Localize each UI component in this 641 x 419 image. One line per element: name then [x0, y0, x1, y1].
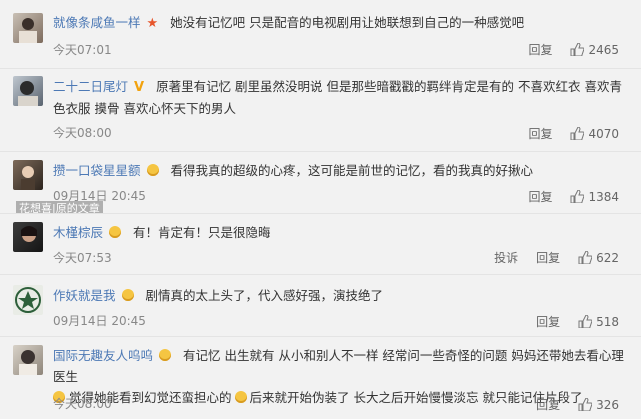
like-button[interactable]: 2465: [570, 43, 619, 57]
thumbs-up-icon: [578, 398, 593, 411]
username-link[interactable]: 就像条咸鱼一样: [53, 15, 141, 30]
like-button[interactable]: 518: [578, 315, 619, 329]
comment-actions: 投诉 回复 622: [476, 249, 619, 266]
comment-body: 攒一口袋星星额 看得我真的超级的心疼，这可能是前世的记忆，看的我真的好揪心: [53, 160, 629, 181]
username-link[interactable]: 攒一口袋星星额: [53, 163, 141, 178]
avatar[interactable]: [13, 76, 43, 106]
username-link[interactable]: 作妖就是我: [53, 288, 116, 303]
comment-text: 有！肯定有！只是很隐晦: [133, 225, 271, 240]
avatar[interactable]: [13, 222, 43, 252]
verified-v-icon: V: [134, 80, 145, 95]
comment-actions: 回复 326: [518, 396, 619, 413]
comment-time: 今天08:00: [53, 397, 112, 411]
like-count: 4070: [588, 126, 619, 141]
like-count: 2465: [588, 42, 619, 57]
like-button[interactable]: 4070: [570, 127, 619, 141]
comment-actions: 回复 1384: [510, 188, 619, 205]
comment-body: 作妖就是我 剧情真的太上头了，代入感好强，演技绝了: [53, 285, 629, 306]
comment-actions: 回复 518: [518, 313, 619, 330]
comment-actions: 回复 2465: [510, 41, 619, 58]
comment-body: 二十二日尾灯 V 原著里有记忆 剧里虽然没明说 但是那些暗戳戳的羁绊肯定是有的 不喜…: [53, 76, 629, 119]
comment-item: 二十二日尾灯 V 原著里有记忆 剧里虽然没明说 但是那些暗戳戳的羁绊肯定是有的 不喜…: [0, 69, 641, 151]
thumbs-up-icon: [570, 43, 585, 56]
reply-button[interactable]: 回复: [528, 41, 552, 58]
comment-actions: 回复 4070: [510, 125, 619, 142]
comment-text: 她没有记忆吧 只是配音的电视剧用让她联想到自己的一种感觉吧: [170, 15, 525, 30]
thumbs-up-icon: [578, 315, 593, 328]
like-count: 1384: [588, 189, 619, 204]
comment-item: 就像条咸鱼一样 ★ 她没有记忆吧 只是配音的电视剧用让她联想到自己的一种感觉吧 今天…: [0, 0, 641, 68]
comment-item: 作妖就是我 剧情真的太上头了，代入感好强，演技绝了 09月14日 20:45 回复…: [0, 275, 641, 336]
comment-item: 木槿棕辰 有！肯定有！只是很隐晦 今天07:53 投诉 回复 622: [0, 214, 641, 274]
reply-button[interactable]: 回复: [536, 313, 560, 330]
member-badge-icon: [159, 349, 172, 361]
like-count: 326: [596, 397, 619, 412]
member-badge-icon: [121, 289, 134, 301]
comment-text: 看得我真的超级的心疼，这可能是前世的记忆，看的我真的好揪心: [170, 163, 534, 178]
emoji-icon: [234, 391, 247, 403]
comment-time: 今天08:00: [53, 126, 112, 140]
like-count: 518: [596, 314, 619, 329]
thumbs-up-icon: [570, 190, 585, 203]
comment-time: 今天07:01: [53, 43, 112, 57]
thumbs-up-icon: [570, 127, 585, 140]
star-badge-icon: ★: [146, 16, 159, 31]
reply-button[interactable]: 回复: [528, 188, 552, 205]
comment-body: 木槿棕辰 有！肯定有！只是很隐晦: [53, 222, 629, 243]
comment-time: 今天07:53: [53, 251, 112, 265]
comment-body: 就像条咸鱼一样 ★ 她没有记忆吧 只是配音的电视剧用让她联想到自己的一种感觉吧: [53, 12, 629, 34]
reply-button[interactable]: 回复: [528, 125, 552, 142]
like-button[interactable]: 1384: [570, 190, 619, 204]
avatar[interactable]: [13, 285, 43, 315]
comment-list: 就像条咸鱼一样 ★ 她没有记忆吧 只是配音的电视剧用让她联想到自己的一种感觉吧 今天…: [0, 0, 641, 419]
reply-button[interactable]: 回复: [536, 396, 560, 413]
like-button[interactable]: 326: [578, 398, 619, 412]
avatar[interactable]: [13, 345, 43, 375]
like-count: 622: [596, 250, 619, 265]
comment-item: 国际无趣友人呜呜 有记忆 出生就有 从小和别人不一样 经常问一些奇怪的问题 妈妈还…: [0, 337, 641, 419]
reply-button[interactable]: 回复: [536, 249, 560, 266]
comment-time: 09月14日 20:45: [53, 314, 146, 328]
member-badge-icon: [146, 164, 159, 176]
avatar[interactable]: [13, 160, 43, 190]
username-link[interactable]: 国际无趣友人呜呜: [53, 348, 153, 363]
report-button[interactable]: 投诉: [494, 249, 518, 266]
comment-text: 剧情真的太上头了，代入感好强，演技绝了: [145, 288, 384, 303]
username-link[interactable]: 二十二日尾灯: [53, 79, 128, 94]
username-link[interactable]: 木槿棕辰: [53, 225, 103, 240]
thumbs-up-icon: [578, 251, 593, 264]
member-badge-icon: [109, 226, 122, 238]
avatar[interactable]: [13, 13, 43, 43]
like-button[interactable]: 622: [578, 251, 619, 265]
